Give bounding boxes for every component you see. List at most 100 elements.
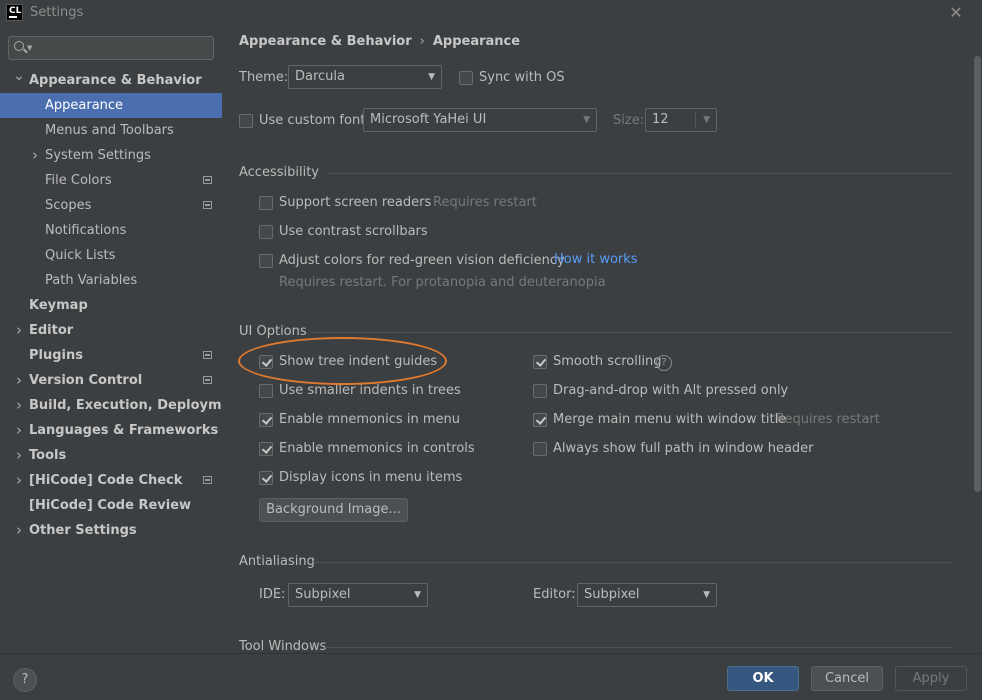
sidebar-item-editor[interactable]: › Editor (0, 318, 222, 343)
font-size-combo[interactable]: 12 ▼ (645, 108, 717, 132)
ide-antialiasing-label: IDE: (259, 587, 286, 602)
contrast-scrollbars-label[interactable]: Use contrast scrollbars (279, 224, 428, 239)
support-screen-readers-label[interactable]: Support screen readers (279, 195, 431, 210)
sidebar-item-notifications[interactable]: Notifications (0, 218, 222, 243)
window-title: Settings (30, 5, 84, 20)
merge-main-menu-with-window-title-checkbox[interactable] (533, 413, 547, 427)
background-image-button[interactable]: Background Image... (259, 498, 408, 522)
breadcrumb-separator: › (419, 34, 425, 49)
sidebar-item-plugins[interactable]: Plugins (0, 343, 222, 368)
cancel-button[interactable]: Cancel (811, 666, 883, 691)
project-level-icon (203, 176, 212, 184)
always-show-full-path-in-window-header-checkbox[interactable] (533, 442, 547, 456)
sidebar-item-keymap[interactable]: Keymap (0, 293, 222, 318)
close-icon[interactable]: ✕ (946, 3, 966, 23)
search-box[interactable]: ▼ (8, 36, 214, 60)
drag-and-drop-with-alt-pressed-only-checkbox[interactable] (533, 384, 547, 398)
show-tree-indent-guides-label[interactable]: Show tree indent guides (279, 354, 437, 369)
how-it-works-link[interactable]: How it works (554, 252, 638, 267)
display-icons-in-menu-items-checkbox[interactable] (259, 471, 273, 485)
tool-windows-section-title: Tool Windows (239, 639, 327, 653)
section-divider (311, 332, 952, 333)
enable-mnemonics-in-controls-checkbox[interactable] (259, 442, 273, 456)
chevron-down-icon[interactable]: ⌄ (13, 64, 25, 89)
custom-font-value: Microsoft YaHei UI (370, 112, 487, 127)
sidebar-item-quick-lists[interactable]: Quick Lists (0, 243, 222, 268)
apply-button[interactable]: Apply (895, 666, 967, 691)
scrollbar-thumb[interactable] (974, 56, 981, 492)
content-scrollbar[interactable] (972, 26, 982, 653)
antialiasing-section-title: Antialiasing (239, 554, 315, 569)
font-size-value[interactable]: 12 (652, 112, 669, 127)
app-logo-icon: CL (6, 4, 23, 21)
search-input[interactable] (35, 38, 210, 58)
section-divider (327, 173, 952, 174)
chevron-right-icon[interactable]: › (13, 418, 25, 443)
chevron-down-icon: ▼ (414, 590, 421, 600)
contrast-scrollbars-checkbox[interactable] (259, 225, 273, 239)
always-show-full-path-in-window-header-label[interactable]: Always show full path in window header (553, 441, 814, 456)
editor-antialiasing-label: Editor: (533, 587, 576, 602)
sidebar-item-hicode-code-check[interactable]: › [HiCode] Code Check (0, 468, 222, 493)
red-green-deficiency-checkbox[interactable] (259, 254, 273, 268)
enable-mnemonics-in-menu-label[interactable]: Enable mnemonics in menu (279, 412, 460, 427)
sidebar-item-label: Version Control (29, 373, 143, 388)
ide-antialiasing-dropdown[interactable]: Subpixel ▼ (288, 583, 428, 607)
accessibility-section-title: Accessibility (239, 165, 319, 180)
breadcrumb-current: Appearance (432, 34, 521, 49)
support-screen-readers-checkbox[interactable] (259, 196, 273, 210)
use-custom-font-label[interactable]: Use custom font: (259, 113, 370, 128)
sidebar-item-menus-and-toolbars[interactable]: Menus and Toolbars (0, 118, 222, 143)
use-smaller-indents-in-trees-checkbox[interactable] (259, 384, 273, 398)
merge-main-menu-with-window-title-label[interactable]: Merge main menu with window title (553, 412, 786, 427)
sidebar-item-label: Notifications (45, 223, 127, 238)
sync-with-os-label[interactable]: Sync with OS (479, 70, 565, 85)
display-icons-in-menu-items-label[interactable]: Display icons in menu items (279, 470, 462, 485)
sidebar-item-tools[interactable]: › Tools (0, 443, 222, 468)
sidebar-item-file-colors[interactable]: File Colors (0, 168, 222, 193)
red-green-deficiency-label[interactable]: Adjust colors for red-green vision defic… (279, 253, 565, 268)
editor-antialiasing-dropdown[interactable]: Subpixel ▼ (577, 583, 717, 607)
ok-button[interactable]: OK (727, 666, 799, 691)
chevron-down-icon: ▼ (428, 72, 435, 82)
sidebar-item-label: System Settings (45, 148, 151, 163)
sidebar-item-scopes[interactable]: Scopes (0, 193, 222, 218)
chevron-right-icon[interactable]: › (29, 143, 41, 168)
sidebar-item-path-variables[interactable]: Path Variables (0, 268, 222, 293)
sidebar-item-appearance[interactable]: Appearance (0, 93, 222, 118)
use-smaller-indents-in-trees-label[interactable]: Use smaller indents in trees (279, 383, 461, 398)
sidebar-item-label: [HiCode] Code Review (29, 498, 192, 513)
theme-dropdown[interactable]: Darcula ▼ (288, 65, 442, 89)
sidebar-item-hicode-code-review[interactable]: [HiCode] Code Review (0, 493, 222, 518)
chevron-right-icon[interactable]: › (13, 443, 25, 468)
use-custom-font-checkbox[interactable] (239, 114, 253, 128)
sidebar-item-appearance-behavior[interactable]: ⌄ Appearance & Behavior (0, 68, 222, 93)
sidebar-item-other-settings[interactable]: › Other Settings (0, 518, 222, 543)
sidebar-item-label: Menus and Toolbars (45, 123, 174, 138)
show-tree-indent-guides-checkbox[interactable] (259, 355, 273, 369)
chevron-down-icon: ▼ (703, 590, 710, 600)
sidebar-item-label: Languages & Frameworks (29, 423, 219, 438)
chevron-right-icon[interactable]: › (13, 368, 25, 393)
smooth-scrolling-checkbox[interactable] (533, 355, 547, 369)
breadcrumb-parent[interactable]: Appearance & Behavior (239, 34, 412, 49)
help-question-icon[interactable]: ? (656, 355, 672, 371)
custom-font-dropdown[interactable]: Microsoft YaHei UI ▼ (363, 108, 597, 132)
enable-mnemonics-in-menu-checkbox[interactable] (259, 413, 273, 427)
sidebar-item-version-control[interactable]: › Version Control (0, 368, 222, 393)
chevron-right-icon[interactable]: › (13, 393, 25, 418)
sidebar-item-label: Plugins (29, 348, 83, 363)
chevron-right-icon[interactable]: › (13, 468, 25, 493)
smooth-scrolling-label[interactable]: Smooth scrolling (553, 354, 662, 369)
sidebar-item-build-execution-deployment[interactable]: › Build, Execution, Deployment (0, 393, 246, 418)
sidebar-item-system-settings[interactable]: › System Settings (0, 143, 222, 168)
sync-with-os-checkbox[interactable] (459, 71, 473, 85)
chevron-right-icon[interactable]: › (13, 318, 25, 343)
chevron-right-icon[interactable]: › (13, 518, 25, 543)
help-button[interactable]: ? (13, 668, 37, 692)
sidebar-item-languages-frameworks[interactable]: › Languages & Frameworks (0, 418, 222, 443)
search-icon[interactable]: ▼ (14, 40, 34, 56)
theme-value: Darcula (295, 69, 346, 84)
enable-mnemonics-in-controls-label[interactable]: Enable mnemonics in controls (279, 441, 475, 456)
drag-and-drop-with-alt-pressed-only-label[interactable]: Drag-and-drop with Alt pressed only (553, 383, 788, 398)
